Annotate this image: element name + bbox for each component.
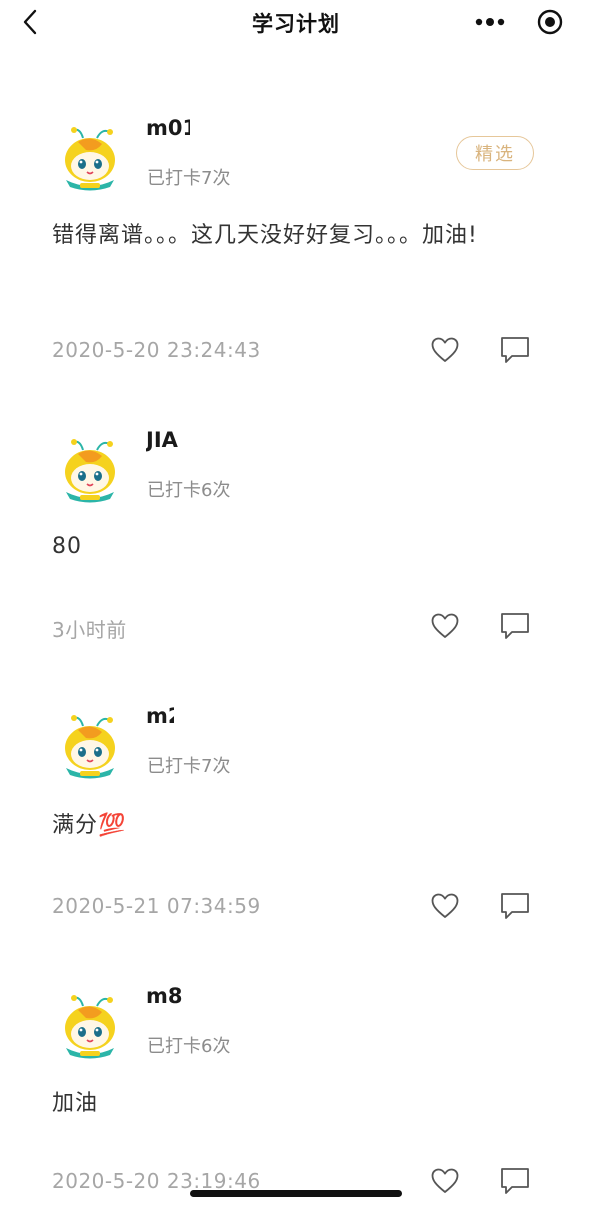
- comment-icon: [501, 893, 529, 919]
- comment-icon: [501, 337, 529, 363]
- comment-button[interactable]: [498, 610, 532, 642]
- heart-icon: [431, 613, 459, 638]
- username[interactable]: JIA: [146, 428, 180, 452]
- username[interactable]: m2: [146, 704, 174, 728]
- like-button[interactable]: [428, 890, 462, 922]
- username[interactable]: m8: [146, 984, 183, 1008]
- post-timestamp: 2020-5-20 23:24:43: [52, 338, 261, 362]
- post-timestamp: 3小时前: [52, 618, 127, 642]
- checkin-count: 已打卡7次: [147, 756, 231, 777]
- checkin-count: 已打卡7次: [147, 168, 231, 189]
- heart-icon: [431, 1168, 459, 1193]
- post-timestamp: 2020-5-21 07:34:59: [52, 894, 261, 918]
- comment-button[interactable]: [498, 1165, 532, 1197]
- featured-badge: 精选: [456, 136, 534, 170]
- like-button[interactable]: [428, 610, 462, 642]
- more-button[interactable]: [470, 6, 510, 38]
- avatar[interactable]: [56, 436, 124, 504]
- post-content: 80: [52, 534, 82, 559]
- comment-button[interactable]: [498, 890, 532, 922]
- home-indicator[interactable]: [190, 1190, 402, 1197]
- username[interactable]: m01: [146, 116, 190, 140]
- like-button[interactable]: [428, 1165, 462, 1197]
- checkin-count: 已打卡6次: [147, 1036, 231, 1057]
- back-button[interactable]: [14, 6, 46, 38]
- post-content: 错得离谱。。。这几天没好好复习。。。加油!: [52, 223, 478, 248]
- comment-button[interactable]: [498, 334, 532, 366]
- chevron-left-icon: [23, 9, 37, 35]
- comment-icon: [501, 1168, 529, 1194]
- checkin-count: 已打卡6次: [147, 480, 231, 501]
- avatar[interactable]: [56, 992, 124, 1060]
- avatar[interactable]: [56, 124, 124, 192]
- more-dots-icon: [475, 18, 505, 26]
- target-close-icon: [537, 9, 563, 35]
- heart-icon: [431, 893, 459, 918]
- nav-bar: 学习计划: [0, 0, 592, 44]
- post-content: 加油: [52, 1091, 99, 1116]
- like-button[interactable]: [428, 334, 462, 366]
- heart-icon: [431, 337, 459, 362]
- post-content: 满分💯: [52, 813, 127, 838]
- avatar[interactable]: [56, 712, 124, 780]
- close-miniprogram-button[interactable]: [534, 6, 566, 38]
- comment-icon: [501, 613, 529, 639]
